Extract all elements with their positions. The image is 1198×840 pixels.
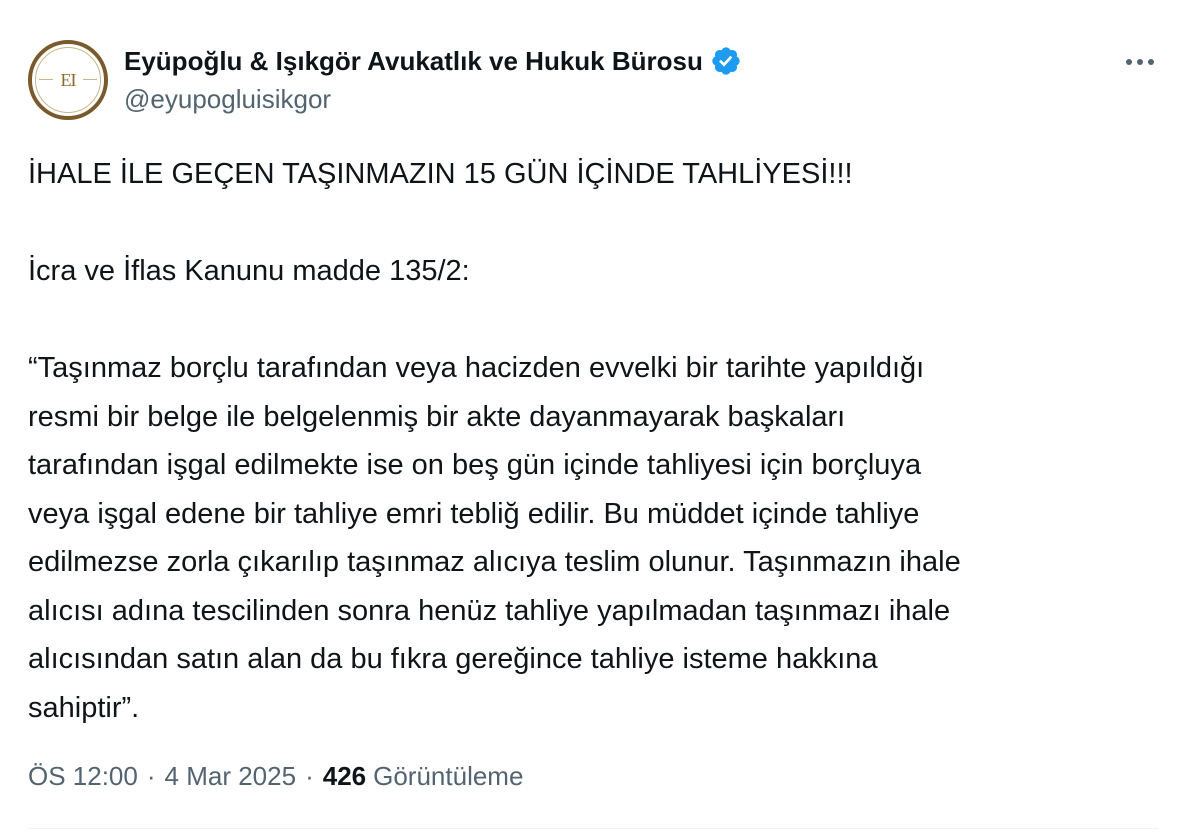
tweet-paragraph-quote: “Taşınmaz borçlu tarafından veya hacizde… — [28, 352, 961, 724]
author-display-name[interactable]: Eyüpoğlu & Işıkgör Avukatlık ve Hukuk Bü… — [124, 46, 703, 77]
verified-badge-icon[interactable] — [710, 45, 742, 77]
avatar-logo: EI — [35, 47, 101, 113]
tweet-paragraph-heading: İHALE İLE GEÇEN TAŞINMAZIN 15 GÜN İÇİNDE… — [28, 158, 853, 190]
tweet-date[interactable]: 4 Mar 2025 — [165, 761, 297, 792]
tweet-paragraph-law-reference: İcra ve İflas Kanunu madde 135/2: — [28, 255, 470, 287]
avatar-decor-line-left — [39, 79, 53, 80]
avatar-monogram: EI — [60, 69, 77, 90]
more-options-button[interactable] — [1118, 46, 1162, 78]
avatar[interactable]: EI — [28, 40, 108, 120]
tweet-card[interactable]: EI Eyüpoğlu & Işıkgör Avukatlık ve Hukuk… — [0, 0, 1198, 840]
tweet-meta: ÖS 12:00 · 4 Mar 2025 · 426 Görüntüleme — [28, 756, 523, 796]
meta-separator: · — [146, 760, 156, 791]
tweet-text: İHALE İLE GEÇEN TAŞINMAZIN 15 GÜN İÇİNDE… — [28, 150, 1168, 732]
meta-separator: · — [305, 760, 314, 791]
more-horizontal-icon — [1126, 59, 1154, 65]
views-label: Görüntüleme — [373, 760, 524, 791]
author-name-row: Eyüpoğlu & Işıkgör Avukatlık ve Hukuk Bü… — [124, 42, 742, 80]
views-count: 426 — [322, 760, 367, 791]
tweet-time[interactable]: ÖS 12:00 — [28, 761, 138, 792]
avatar-decor-line-right — [83, 79, 97, 80]
author-handle[interactable]: @eyupogluisikgor — [124, 84, 331, 115]
divider — [28, 828, 1158, 829]
